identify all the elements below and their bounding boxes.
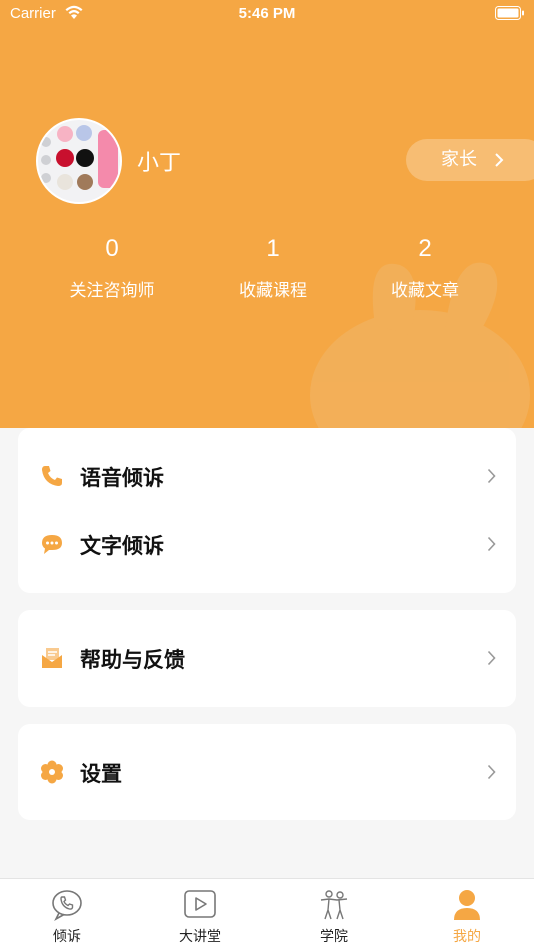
menu-item-voice-confide[interactable]: 语音倾诉 [18, 446, 516, 506]
avatar-image [38, 120, 120, 202]
menu-item-label: 设置 [80, 762, 122, 786]
tab-mine[interactable]: 我的 [400, 879, 534, 950]
menu-item-label: 语音倾诉 [80, 466, 164, 490]
role-label: 家长 [441, 149, 477, 170]
phone-icon [42, 466, 62, 486]
avatar[interactable] [36, 118, 122, 204]
role-button[interactable]: 家长 [406, 139, 534, 181]
confide-card: 语音倾诉 文字倾诉 [18, 428, 516, 593]
stat-saved-articles[interactable]: 2 收藏文章 [345, 232, 505, 301]
person-icon [454, 890, 480, 920]
settings-card: 设置 [18, 724, 516, 820]
status-bar: Carrier 5:46 PM [0, 0, 534, 28]
tab-label: 大讲堂 [179, 929, 221, 945]
stat-value: 0 [105, 235, 119, 262]
tab-bar: 倾诉 大讲堂 学院 我的 [0, 878, 534, 950]
tab-lecture-hall[interactable]: 大讲堂 [133, 879, 267, 950]
menu-item-label: 帮助与反馈 [80, 648, 185, 672]
menu-item-help-feedback[interactable]: 帮助与反馈 [18, 628, 516, 688]
clock: 5:46 PM [238, 5, 296, 22]
chevron-right-icon [487, 536, 496, 552]
people-icon [320, 890, 348, 920]
menu-item-settings[interactable]: 设置 [18, 742, 516, 802]
mail-feedback-icon [42, 648, 62, 668]
stat-label: 关注咨询师 [69, 281, 155, 301]
chevron-right-icon [487, 650, 496, 666]
battery-icon [495, 6, 524, 20]
stat-value: 1 [266, 235, 280, 262]
tab-confide[interactable]: 倾诉 [0, 879, 134, 950]
stat-label: 收藏文章 [391, 281, 459, 301]
stats-row: 0 关注咨询师 1 收藏课程 2 收藏文章 [0, 232, 534, 312]
chat-bubble-icon [42, 535, 62, 554]
stat-label: 收藏课程 [239, 281, 307, 301]
tab-label: 我的 [453, 929, 481, 945]
chevron-right-icon [487, 764, 496, 780]
menu-item-label: 文字倾诉 [80, 534, 164, 558]
chevron-right-icon [495, 153, 504, 167]
play-icon [184, 890, 216, 918]
stat-value: 2 [418, 235, 432, 262]
chevron-right-icon [487, 468, 496, 484]
help-card: 帮助与反馈 [18, 610, 516, 707]
tab-label: 学院 [320, 929, 348, 945]
stat-followed-counselors[interactable]: 0 关注咨询师 [32, 232, 192, 301]
menu-item-text-confide[interactable]: 文字倾诉 [18, 514, 516, 574]
profile-header: Carrier 5:46 PM 小丁 家长 0 关注咨询师 1 收藏课程 2 收… [0, 0, 534, 445]
tab-academy[interactable]: 学院 [267, 879, 401, 950]
username: 小丁 [137, 151, 182, 176]
phone-bubble-icon [52, 890, 82, 921]
stat-saved-courses[interactable]: 1 收藏课程 [193, 232, 353, 301]
tab-label: 倾诉 [53, 929, 81, 945]
gear-icon [41, 760, 63, 784]
